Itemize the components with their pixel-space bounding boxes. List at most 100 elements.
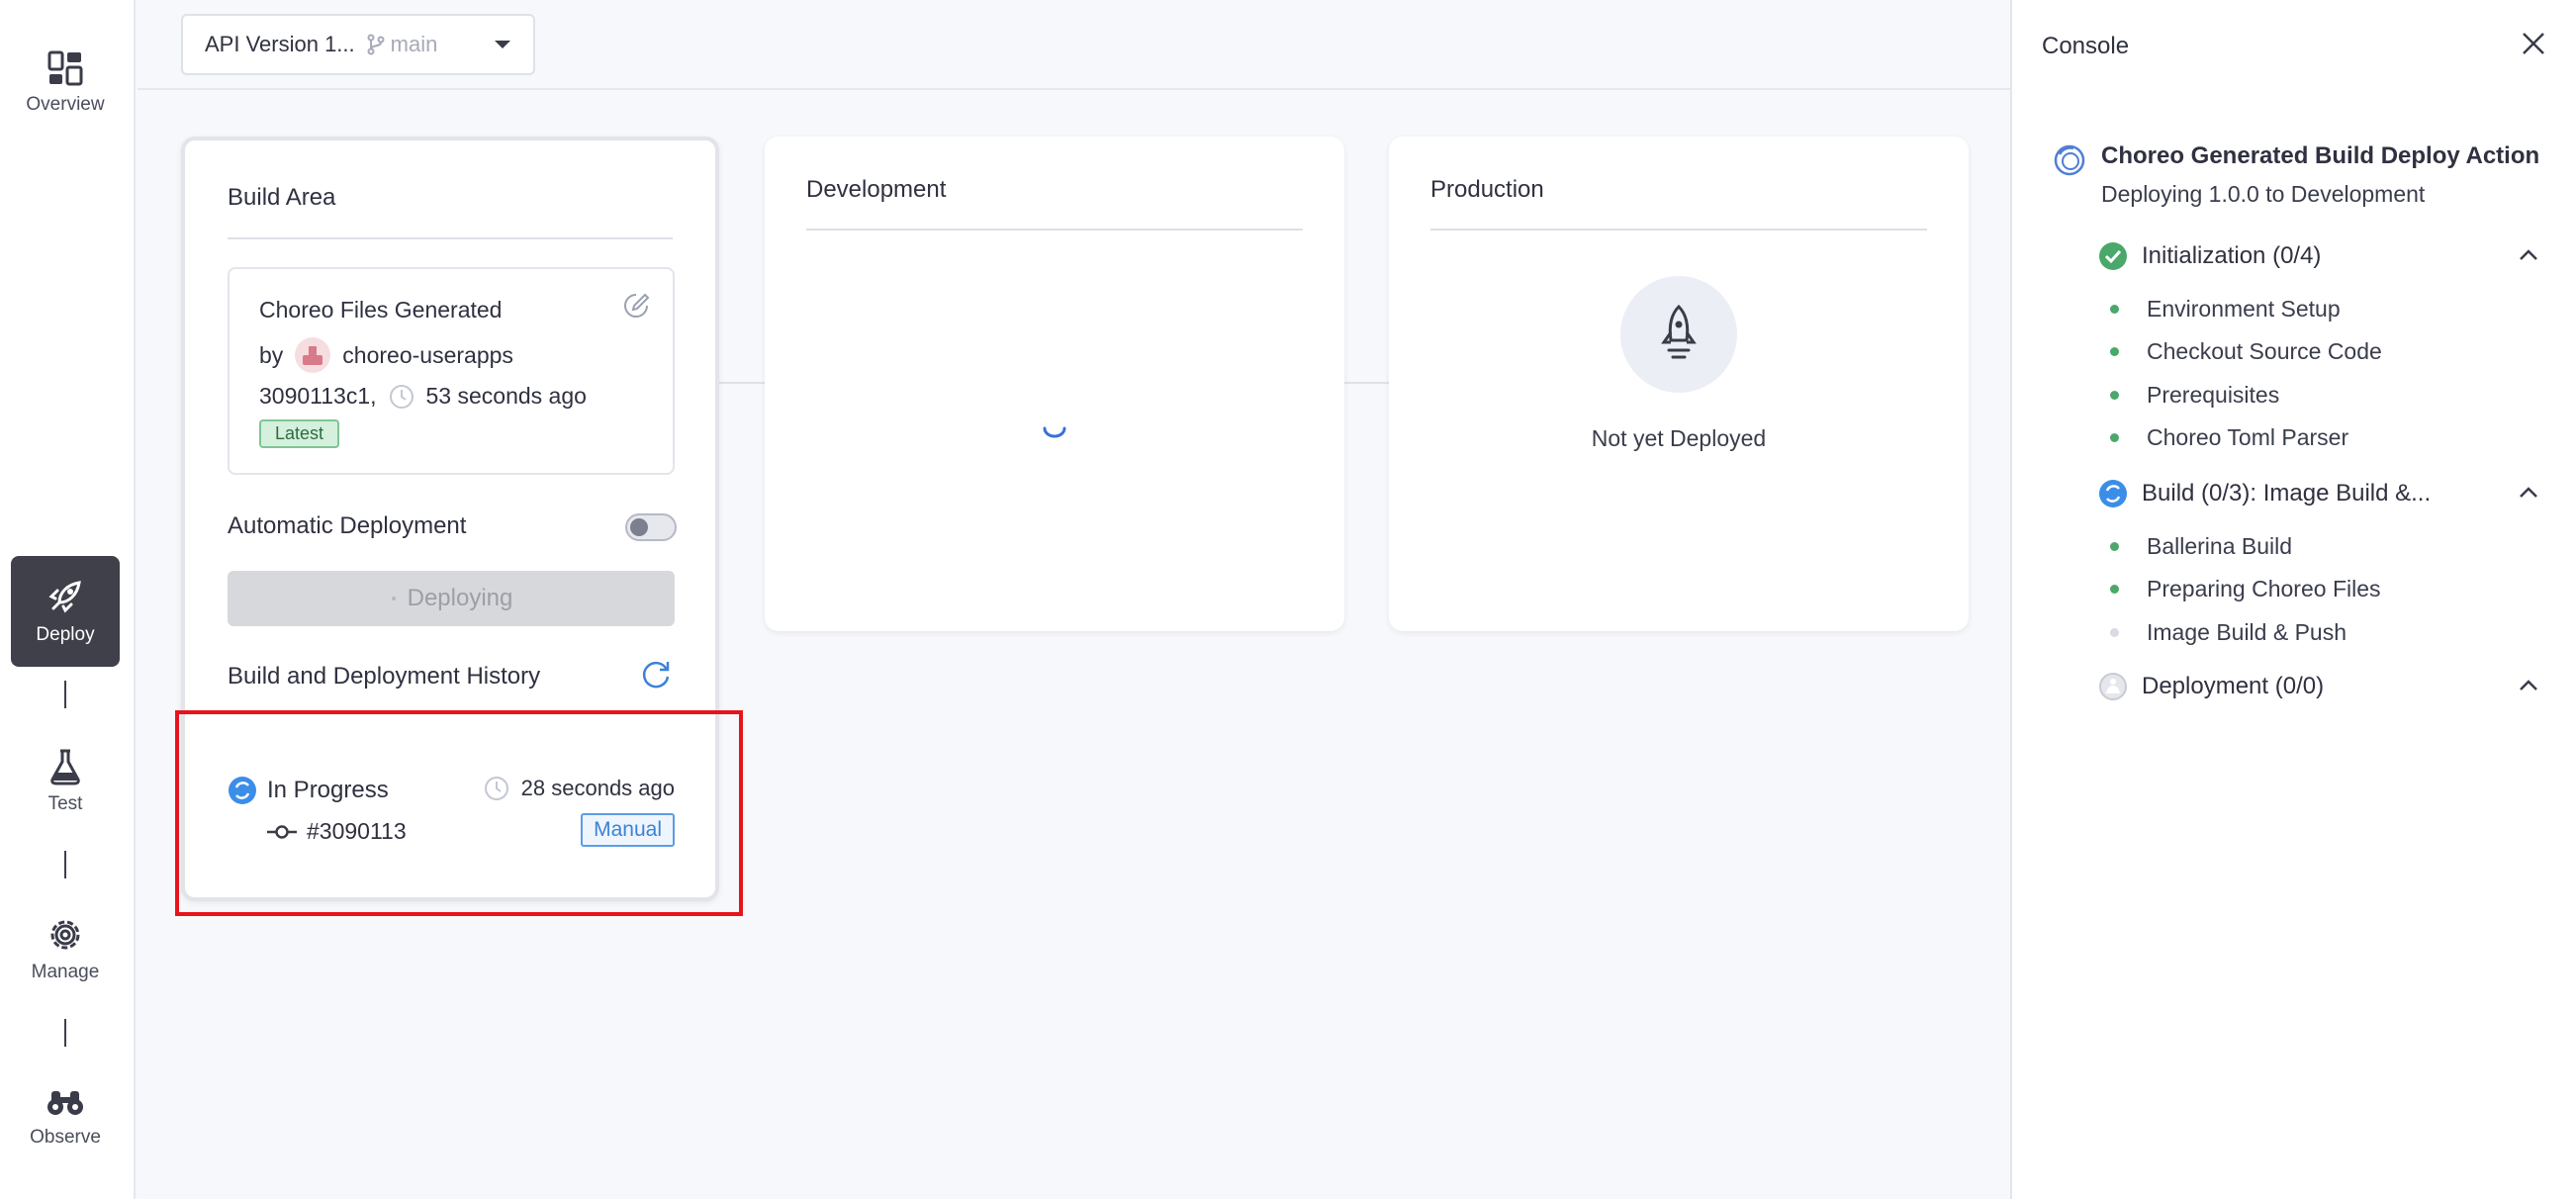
production-card: Production Not yet Deployed bbox=[1389, 137, 1969, 631]
console-panel: Console Choreo Generated Build Deploy Ac… bbox=[2010, 0, 2576, 1199]
edit-icon[interactable] bbox=[621, 291, 651, 321]
history-title: Build and Deployment History bbox=[228, 663, 541, 690]
build-area-title: Build Area bbox=[228, 184, 336, 211]
nav-overview-label: Overview bbox=[26, 94, 105, 115]
chevron-up-icon[interactable] bbox=[2519, 249, 2538, 261]
step-label: Deployment (0/0) bbox=[2142, 673, 2325, 699]
chevron-up-icon[interactable] bbox=[2519, 487, 2538, 499]
spinner-icon bbox=[390, 595, 398, 602]
step-initialization[interactable]: Initialization (0/4) bbox=[2098, 241, 2321, 271]
left-navigation: Overview Deploy Test Manage Observe bbox=[0, 0, 136, 1199]
substep: Image Build & Push bbox=[2110, 619, 2346, 646]
substep-label: Checkout Source Code bbox=[2147, 338, 2382, 364]
version-selector[interactable]: API Version 1... main bbox=[181, 14, 535, 75]
nav-observe-label: Observe bbox=[30, 1127, 101, 1148]
commit-icon bbox=[267, 824, 297, 840]
history-item[interactable]: In Progress 28 seconds ago #3090113 Manu… bbox=[228, 754, 675, 863]
step-label: Initialization (0/4) bbox=[2142, 242, 2322, 269]
history-commit-hash: #3090113 bbox=[307, 818, 407, 844]
nav-separator bbox=[64, 1019, 66, 1047]
binoculars-icon bbox=[46, 1087, 85, 1119]
by-label: by bbox=[259, 341, 284, 368]
nav-manage-label: Manage bbox=[31, 962, 100, 982]
top-bar: API Version 1... main bbox=[138, 0, 2010, 90]
flask-icon bbox=[48, 748, 82, 785]
substep-label: Choreo Toml Parser bbox=[2147, 424, 2349, 450]
status-dot bbox=[2110, 628, 2119, 637]
commit-author: choreo-userapps bbox=[342, 341, 513, 368]
close-icon[interactable] bbox=[2521, 31, 2546, 56]
divider bbox=[806, 229, 1303, 231]
not-deployed-label: Not yet Deployed bbox=[1591, 425, 1767, 451]
overview-icon bbox=[47, 50, 83, 86]
nav-manage[interactable]: Manage bbox=[11, 894, 120, 1005]
development-title: Development bbox=[806, 176, 947, 203]
check-circle-icon bbox=[2098, 241, 2128, 271]
nav-overview[interactable]: Overview bbox=[11, 28, 120, 138]
nav-observe[interactable]: Observe bbox=[11, 1062, 120, 1173]
status-dot bbox=[2110, 305, 2119, 314]
step-deployment[interactable]: Deployment (0/0) bbox=[2098, 672, 2324, 701]
rocket-icon bbox=[46, 577, 85, 616]
divider bbox=[228, 237, 673, 239]
history-status-label: In Progress bbox=[267, 777, 389, 803]
substep-label: Image Build & Push bbox=[2147, 619, 2347, 645]
substep: Environment Setup bbox=[2110, 296, 2341, 323]
development-card: Development bbox=[765, 137, 1344, 631]
latest-commit-card: Choreo Files Generated by choreo-userapp… bbox=[228, 267, 675, 475]
deploying-button[interactable]: Deploying bbox=[228, 571, 675, 626]
substep: Prerequisites bbox=[2110, 382, 2279, 409]
status-dot bbox=[2110, 391, 2119, 400]
auto-deploy-label: Automatic Deployment bbox=[228, 512, 467, 539]
history-time-label: 28 seconds ago bbox=[520, 776, 675, 800]
refresh-icon[interactable] bbox=[639, 658, 673, 692]
in-progress-icon bbox=[2098, 479, 2128, 508]
substep: Ballerina Build bbox=[2110, 533, 2292, 560]
nav-deploy-label: Deploy bbox=[36, 624, 95, 645]
commit-hash: 3090113c1, bbox=[259, 383, 377, 409]
chevron-up-icon[interactable] bbox=[2519, 680, 2538, 692]
substep-label: Preparing Choreo Files bbox=[2147, 576, 2381, 601]
git-branch-icon bbox=[367, 34, 385, 55]
auto-deploy-toggle[interactable] bbox=[625, 513, 677, 541]
pending-icon bbox=[2098, 672, 2128, 701]
substep: Choreo Toml Parser bbox=[2110, 424, 2348, 451]
gear-icon bbox=[46, 916, 84, 954]
substep-label: Prerequisites bbox=[2147, 382, 2280, 408]
history-time: 28 seconds ago bbox=[484, 776, 675, 801]
manual-badge: Manual bbox=[581, 813, 675, 847]
chevron-down-icon bbox=[494, 40, 511, 49]
step-build[interactable]: Build (0/3): Image Build &... bbox=[2098, 479, 2431, 508]
branch-label: main bbox=[390, 32, 438, 56]
nav-deploy[interactable]: Deploy bbox=[11, 556, 120, 667]
action-icon bbox=[2054, 144, 2085, 176]
pipeline-connector bbox=[1343, 382, 1389, 384]
pipeline-connector bbox=[719, 382, 765, 384]
action-title: Choreo Generated Build Deploy Action bbox=[2101, 142, 2540, 169]
loading-spinner-icon bbox=[1042, 425, 1067, 439]
commit-author-line: by choreo-userapps bbox=[259, 337, 643, 373]
commit-time: 53 seconds ago bbox=[425, 383, 587, 409]
rocket-icon bbox=[1655, 303, 1702, 366]
history-status: In Progress bbox=[228, 776, 389, 805]
status-dot bbox=[2110, 542, 2119, 551]
step-label: Build (0/3): Image Build &... bbox=[2142, 480, 2432, 507]
commit-title: Choreo Files Generated bbox=[259, 297, 503, 323]
divider bbox=[1430, 229, 1927, 231]
status-dot bbox=[2110, 433, 2119, 442]
avatar bbox=[295, 337, 331, 373]
version-label: API Version 1... bbox=[205, 32, 355, 56]
substep-label: Ballerina Build bbox=[2147, 533, 2293, 559]
console-title: Console bbox=[2042, 33, 2130, 59]
latest-badge: Latest bbox=[259, 419, 340, 448]
clock-icon bbox=[389, 384, 414, 410]
action-subtitle: Deploying 1.0.0 to Development bbox=[2101, 181, 2426, 207]
history-commit: #3090113 bbox=[267, 818, 407, 845]
nav-separator bbox=[64, 851, 66, 878]
build-area-card: Build Area Choreo Files Generated by cho… bbox=[181, 137, 719, 901]
commit-meta-line: 3090113c1, 53 seconds ago bbox=[259, 383, 643, 410]
deploying-button-label: Deploying bbox=[407, 585, 513, 611]
in-progress-icon bbox=[228, 776, 257, 805]
nav-test[interactable]: Test bbox=[11, 726, 120, 837]
status-dot bbox=[2110, 347, 2119, 356]
